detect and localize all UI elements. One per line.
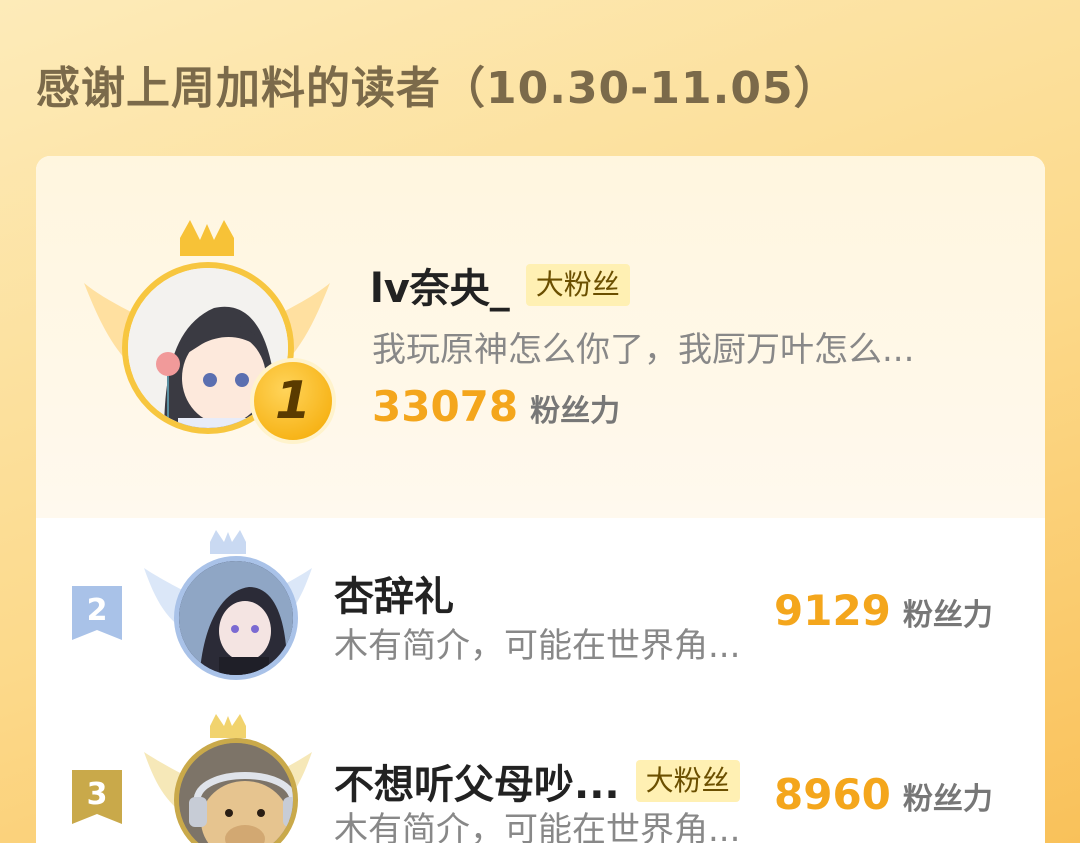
fan-level-badge: 大粉丝 [635,760,740,802]
rank-1-score-row: 33078 粉丝力 [372,382,620,431]
score-label: 粉丝力 [902,598,993,633]
rank-2-avatar-group[interactable] [144,528,312,684]
rank-2-score-row: 9129 粉丝力 [774,586,993,635]
rank-2-score: 9129 [774,586,891,635]
rank-2-desc: 木有简介，可能在世界角... [334,626,741,666]
rank-2-name[interactable]: 杏辞礼 [334,564,454,622]
rank-3-score-row: 8960 粉丝力 [774,770,993,819]
rank-3-score: 8960 [774,770,891,819]
rank-2-flag: 2 [72,586,122,640]
score-label: 粉丝力 [902,782,993,817]
rank-1-name-row[interactable]: lv奈央_ 大粉丝 [370,256,630,314]
score-label: 粉丝力 [530,394,621,429]
crown-icon [180,220,234,256]
rank-3-flag: 3 [72,770,122,824]
crown-icon [210,530,246,554]
rank-1-name[interactable]: lv奈央_ [370,256,510,314]
ranking-card: 1 lv奈央_ 大粉丝 我玩原神怎么你了，我厨万叶怎么... 33078 粉丝力… [36,156,1045,843]
rank-3-desc: 木有简介，可能在世界角... [334,810,741,843]
rank-1-badge: 1 [250,358,336,444]
avatar [174,556,298,680]
page-title: 感谢上周加料的读者（10.30-11.05） [36,63,839,114]
rank-1-desc: 我玩原神怎么你了，我厨万叶怎么... [372,330,915,370]
rank-3-avatar-group[interactable] [144,710,312,843]
fan-level-badge: 大粉丝 [525,264,630,306]
rank-1-avatar-group[interactable]: 1 [82,218,336,458]
crown-icon [210,714,246,738]
rank-1-score: 33078 [372,382,519,431]
